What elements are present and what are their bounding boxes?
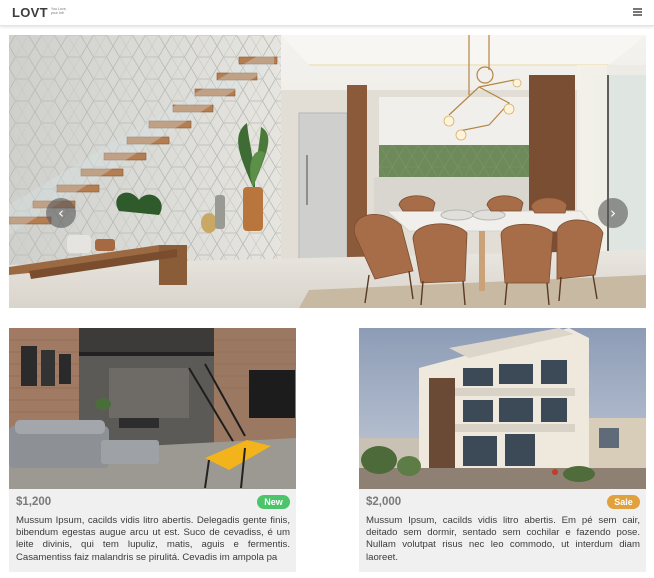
listing-card[interactable]: $2,000 Sale Mussum Ipsum, cacilds vidis …	[359, 328, 646, 572]
hero-image	[9, 35, 646, 308]
listing-description: Mussum Ipsum, cacilds vidis litro aberti…	[366, 515, 640, 563]
listing-card[interactable]: $1,200 New Mussum Ipsum, cacilds vidis l…	[9, 328, 296, 572]
logo-tagline: You Love, your loft	[50, 7, 67, 16]
top-navbar: LOVT You Love, your loft	[0, 0, 654, 26]
listing-price: $2,000	[366, 496, 402, 508]
carousel-prev-button[interactable]: ‹	[46, 198, 76, 228]
hamburger-menu-icon[interactable]	[633, 8, 642, 16]
listing-photo	[359, 328, 646, 489]
hero-carousel: ‹ ›	[9, 35, 646, 308]
logo[interactable]: LOVT You Love, your loft	[12, 6, 73, 20]
chevron-left-icon: ‹	[58, 204, 64, 222]
listing-photo	[9, 328, 296, 489]
carousel-next-button[interactable]: ›	[598, 198, 628, 228]
logo-text: LOVT	[12, 5, 48, 20]
listing-price: $1,200	[16, 496, 52, 508]
chevron-right-icon: ›	[610, 204, 616, 222]
status-badge: New	[257, 495, 290, 509]
status-badge: Sale	[607, 495, 640, 509]
listing-description: Mussum Ipsum, cacilds vidis litro aberti…	[16, 515, 290, 563]
